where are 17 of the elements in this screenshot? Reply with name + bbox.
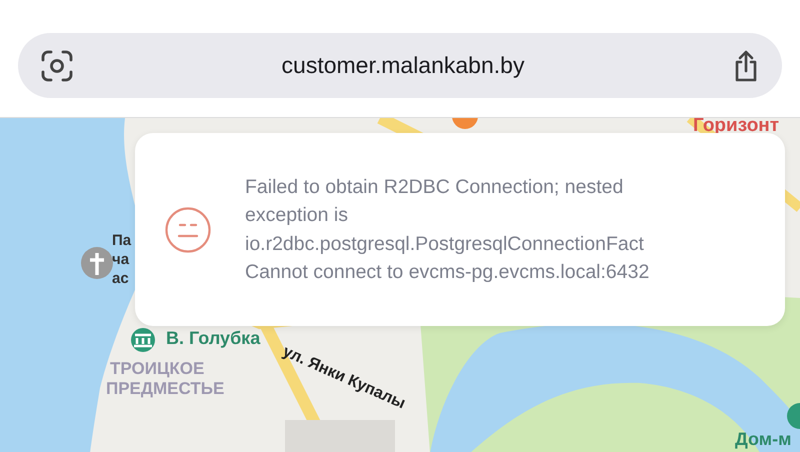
address-bar[interactable]: customer.malankabn.by	[18, 33, 782, 98]
district-label: ПРЕДМЕСТЬЕ	[106, 380, 224, 399]
camera-scan-icon[interactable]	[40, 48, 74, 82]
map-marker[interactable]	[452, 118, 478, 129]
district-label: ТРОИЦКОЕ	[110, 360, 204, 379]
transit-icon[interactable]	[787, 403, 800, 429]
stop-label: В. Голубка	[166, 329, 260, 349]
place-label: ас	[112, 271, 129, 288]
museum-icon[interactable]	[131, 328, 155, 352]
place-label: ча	[112, 252, 130, 268]
church-icon[interactable]	[81, 247, 113, 279]
map[interactable]	[0, 117, 800, 452]
error-message: Failed to obtain R2DBC Connection; nested exception is io.r2dbc.postgresql.PostgresqlConnectionFact Cannot connect to evcms-pg.evcms.local:6432	[245, 174, 650, 285]
stop-label: Дом-м	[735, 430, 792, 450]
neutral-face-icon	[165, 206, 211, 252]
url-text[interactable]: customer.malankabn.by	[282, 48, 524, 83]
place-label: Па	[112, 233, 132, 250]
